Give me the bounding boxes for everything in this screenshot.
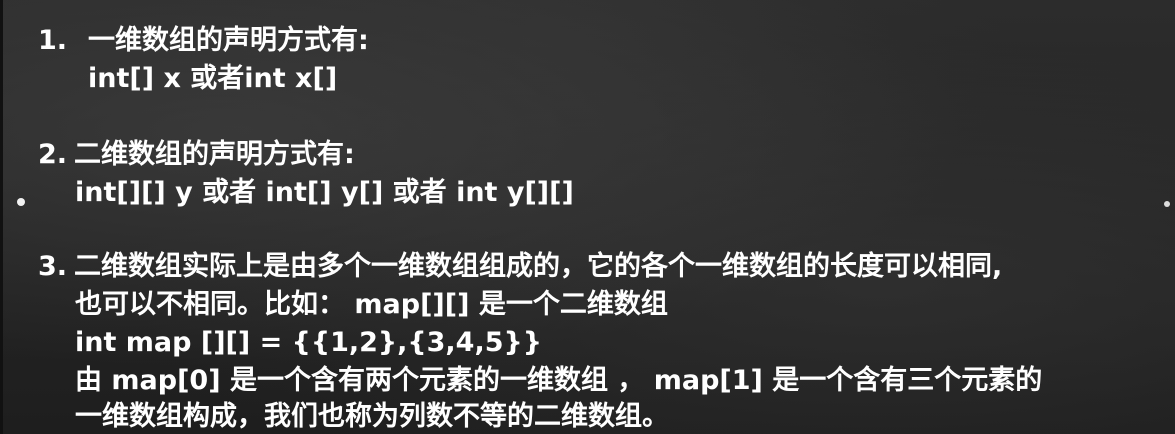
section3-text-line1: 二维数组实际上是由多个一维数组组成的，它的各个一维数组的长度可以相同, <box>74 251 1003 282</box>
section1-number: 1. <box>38 25 68 56</box>
section3-number: 3. <box>38 251 68 282</box>
section1-title: 一维数组的声明方式有: <box>88 25 369 56</box>
section2-title: 二维数组的声明方式有: <box>74 139 355 170</box>
section2-number: 2. <box>38 139 68 170</box>
section3-line1: 3. 二维数组实际上是由多个一维数组组成的，它的各个一维数组的长度可以相同, <box>38 250 1002 284</box>
section3-text-line3: int map [][] = {{1,2},{3,4,5}} <box>75 327 542 358</box>
section3-text-line2: 也可以不相同。比如： map[][] 是一个二维数组 <box>75 289 668 320</box>
chalkboard-slide: 1. 一维数组的声明方式有: int[] x 或者int x[] 2. 二维数组的声… <box>0 0 1175 434</box>
slide-bullet-marker <box>17 198 25 206</box>
section2-heading: 2. 二维数组的声明方式有: <box>38 138 355 172</box>
edge-bullet-marker <box>1164 201 1170 207</box>
section3-text-line4: 由 map[0] 是一个含有两个元素的一维数组 ， map[1] 是一个含有三个… <box>75 365 1043 396</box>
section1-heading: 1. 一维数组的声明方式有: <box>38 24 369 58</box>
left-edge-strip <box>0 0 3 434</box>
section2-code: int[][] y 或者 int[] y[] 或者 int y[][] <box>75 177 574 208</box>
section1-code: int[] x 或者int x[] <box>88 63 338 94</box>
section3-text-line5: 一维数组构成，我们也称为列数不等的二维数组。 <box>75 401 669 432</box>
